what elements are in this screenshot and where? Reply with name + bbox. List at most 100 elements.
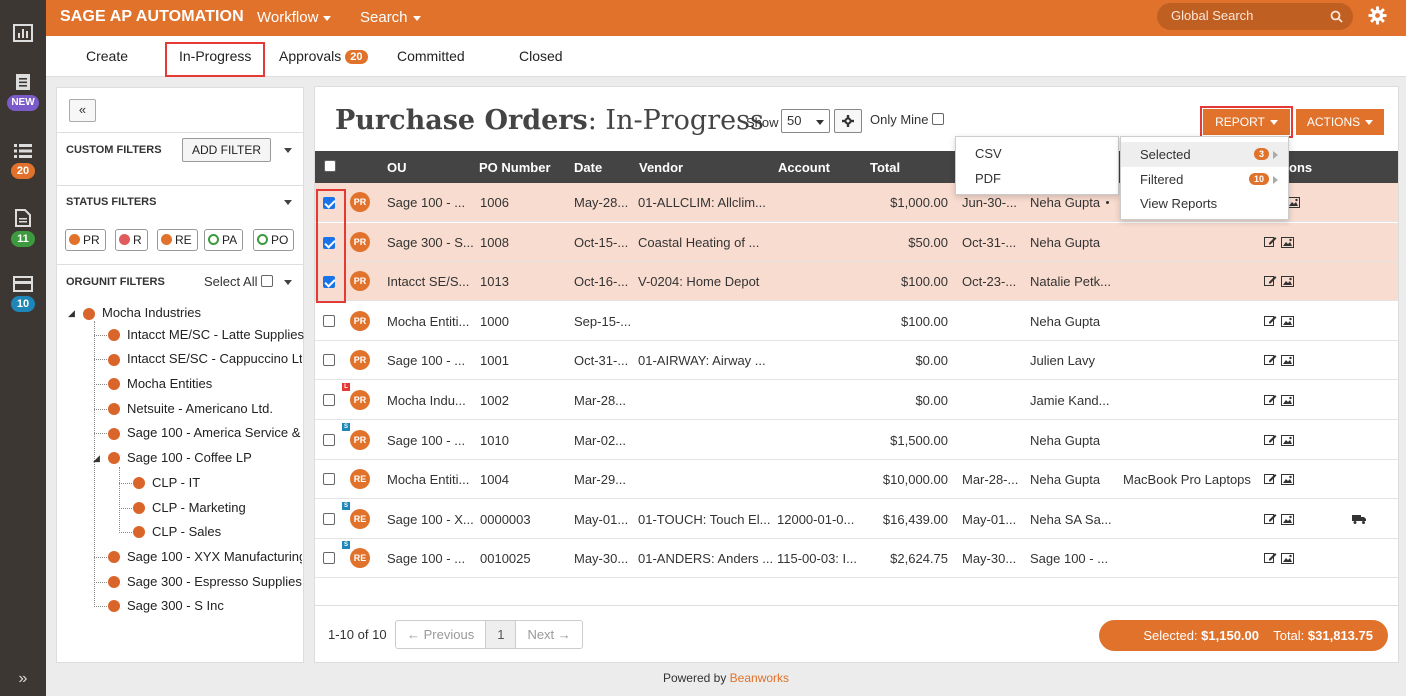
column-header-account[interactable]: Account [778,160,830,175]
edit-icon[interactable] [1264,552,1277,564]
tree-item[interactable]: Mocha Industries [102,305,201,320]
tree-expand-icon[interactable]: ◢ [93,453,100,464]
tree-item[interactable]: Intacct SE/SC - Cappuccino Ltd [127,351,302,366]
image-icon[interactable] [1281,355,1294,367]
table-row[interactable]: PR Sage 300 - S... 1008 Oct-15-... Coastal H… [315,222,1398,262]
image-icon[interactable] [1281,315,1294,327]
row-checkbox[interactable] [323,314,335,327]
beanworks-link[interactable]: Beanworks [730,671,789,685]
column-settings-button[interactable] [834,109,862,133]
table-row[interactable]: PR Sage 100 - ... 1001 Oct-31-... 01-AIRWAY:… [315,341,1398,381]
export-pdf-item[interactable]: PDF [956,166,1118,191]
tree-item[interactable]: CLP - Sales [152,524,221,539]
edit-icon[interactable] [1264,394,1277,406]
edit-icon[interactable] [1264,354,1277,366]
column-header-vendor[interactable]: Vendor [639,160,683,175]
tree-item[interactable]: Netsuite - Americano Ltd. [127,401,273,416]
image-icon[interactable] [1281,276,1294,288]
status-filters-chevron-icon[interactable] [284,200,292,205]
table-row[interactable]: PR S Sage 100 - ... 1010 Mar-02... Neha Gupta… [315,420,1398,460]
edit-icon[interactable] [1264,434,1277,446]
workflow-menu[interactable]: Workflow [257,9,332,26]
status-chip-pr[interactable]: PR [65,229,106,251]
tree-item[interactable]: Sage 100 - America Service & D [127,425,302,440]
tree-item[interactable]: Sage 100 - Coffee LP [127,450,252,465]
view-reports-item[interactable]: View Reports [1121,191,1288,216]
rail-dashboard[interactable] [0,24,46,42]
image-icon[interactable] [1281,553,1294,565]
report-filtered-item[interactable]: Filtered 10 [1121,167,1288,192]
selected-total-value: $1,150.00 [1201,628,1259,643]
rail-new-document[interactable]: NEW [0,73,46,111]
rail-approvals[interactable]: 20 [0,143,46,179]
tab-committed[interactable]: Committed [397,48,465,64]
row-checkbox[interactable] [323,354,335,367]
next-page-button[interactable]: Next → [516,621,581,648]
export-csv-item[interactable]: CSV [956,141,1118,166]
cell-due-date: May-01... [962,511,1017,527]
select-all-toggle[interactable]: Select All [204,274,274,289]
tab-in-progress[interactable]: In-Progress [165,42,266,77]
table-row[interactable]: RE S Sage 100 - X... 0000003 May-01... 01-TOU… [315,499,1398,539]
column-header-ou[interactable]: OU [387,160,407,175]
table-row[interactable]: PR L Mocha Indu... 1002 Mar-28... Jamie Kand.… [315,381,1398,420]
select-all-checkbox[interactable] [261,275,274,287]
tree-item[interactable]: Sage 100 - XYX Manufacturing C [127,549,302,564]
edit-icon[interactable] [1264,236,1277,248]
tree-item[interactable]: CLP - Marketing [152,500,246,515]
column-header-po-number[interactable]: PO Number [479,160,551,175]
edit-icon[interactable] [1264,473,1277,485]
only-mine-toggle[interactable]: Only Mine [870,112,945,127]
table-row[interactable]: RE S Sage 100 - ... 0010025 May-30... 01-ANDE… [315,539,1398,579]
status-chip-r[interactable]: R [115,229,148,251]
column-header-total[interactable]: Total [870,160,900,175]
tab-closed[interactable]: Closed [519,48,563,64]
image-icon[interactable] [1281,434,1294,446]
status-chip-pa[interactable]: PA [204,229,244,251]
page-1-button[interactable]: 1 [486,621,517,648]
tree-item[interactable]: Sage 300 - Espresso Supplies Lt [127,574,302,589]
rail-invoices[interactable]: 11 [0,209,46,247]
gear-icon[interactable] [1368,6,1387,25]
row-checkbox[interactable] [323,433,335,446]
page-size-select[interactable]: 50 [781,109,830,133]
collapse-sidebar-button[interactable]: « [69,99,96,122]
truck-icon[interactable] [1352,514,1367,524]
row-checkbox[interactable] [323,473,335,486]
image-icon[interactable] [1281,236,1294,248]
tab-approvals[interactable]: Approvals 20 [279,48,368,64]
status-chip-po[interactable]: PO [253,229,295,251]
tree-item[interactable]: Intacct ME/SC - Latte Supplies [127,327,304,342]
tree-item[interactable]: Mocha Entities [127,376,212,391]
add-filter-button[interactable]: ADD FILTER [182,138,271,162]
table-row[interactable]: RE Mocha Entiti... 1004 Mar-29... Mar-28-...… [315,460,1398,500]
table-row[interactable]: PR Mocha Entiti... 1000 Sep-15-... Neha Gupt… [315,301,1398,341]
status-chip-re[interactable]: RE [157,229,198,251]
tree-item[interactable]: CLP - IT [152,475,200,490]
rail-payments[interactable]: 10 [0,276,46,312]
previous-page-button[interactable]: ← Previous [396,621,487,648]
custom-filters-chevron-icon[interactable] [284,148,292,153]
report-selected-item[interactable]: Selected 3 [1121,142,1288,167]
edit-icon[interactable] [1264,513,1277,525]
actions-button[interactable]: ACTIONS [1296,109,1384,135]
row-checkbox[interactable] [323,552,335,565]
table-row[interactable]: PR Intacct SE/S... 1013 Oct-16-... V-0204: H… [315,262,1398,302]
image-icon[interactable] [1281,395,1294,406]
tree-item[interactable]: Sage 300 - S Inc [127,598,224,613]
row-checkbox[interactable] [323,512,335,525]
only-mine-checkbox[interactable] [932,113,945,125]
row-checkbox[interactable] [323,394,335,406]
edit-icon[interactable] [1264,315,1277,327]
select-all-rows-checkbox[interactable] [324,160,336,172]
column-header-date[interactable]: Date [574,160,602,175]
search-menu[interactable]: Search [360,9,421,26]
orgunit-chevron-icon[interactable] [284,280,292,285]
image-icon[interactable] [1281,513,1294,525]
edit-icon[interactable] [1264,275,1277,287]
report-button[interactable]: REPORT [1200,106,1293,138]
tree-expand-icon[interactable]: ◢ [68,308,75,319]
tab-create[interactable]: Create [86,48,128,64]
global-search-input[interactable]: Global Search [1157,3,1353,30]
image-icon[interactable] [1281,474,1294,486]
